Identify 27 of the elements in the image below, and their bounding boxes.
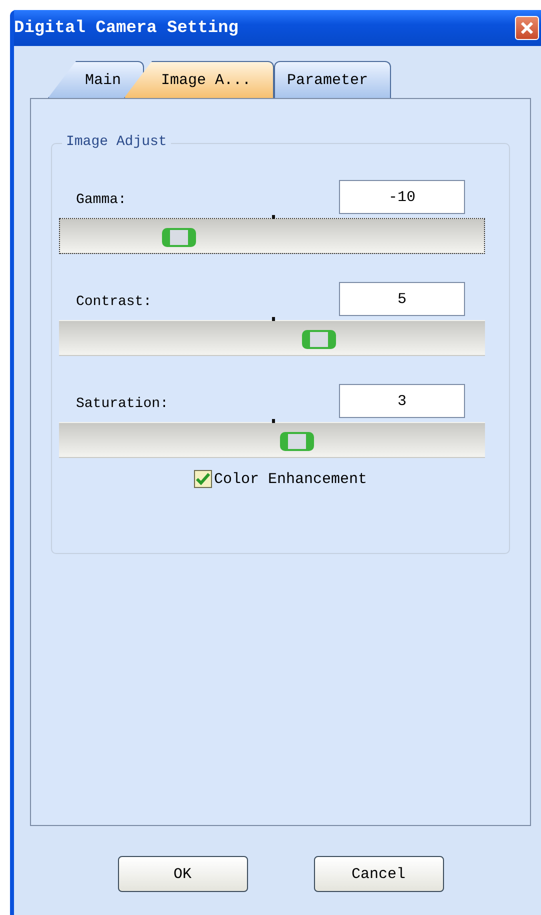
checkbox-label: Color Enhancement bbox=[214, 470, 368, 488]
slider-label: Contrast: bbox=[76, 294, 152, 312]
close-icon bbox=[520, 21, 534, 35]
close-button[interactable] bbox=[515, 16, 539, 40]
tab[interactable]: Parameter bbox=[274, 61, 392, 98]
tab[interactable]: Image A... bbox=[124, 61, 274, 98]
slider-track[interactable] bbox=[59, 320, 485, 356]
dialog-button[interactable]: Cancel bbox=[314, 856, 444, 892]
slider-track[interactable] bbox=[59, 422, 485, 458]
dialog-button[interactable]: OK bbox=[118, 856, 248, 892]
slider-thumb[interactable] bbox=[162, 228, 196, 247]
center-tick bbox=[272, 317, 275, 321]
tab[interactable]: Main bbox=[48, 61, 144, 98]
slider-thumb[interactable] bbox=[302, 330, 336, 349]
center-tick bbox=[272, 419, 275, 423]
slider-label: Gamma: bbox=[76, 192, 126, 210]
slider-label: Saturation: bbox=[76, 396, 168, 414]
check-icon bbox=[196, 473, 210, 485]
value-field[interactable]: 5 bbox=[339, 282, 465, 316]
window-title: Digital Camera Setting bbox=[14, 18, 238, 38]
slider-thumb[interactable] bbox=[280, 432, 314, 451]
center-tick bbox=[272, 215, 275, 219]
value-field[interactable]: 3 bbox=[339, 384, 465, 418]
slider-track[interactable] bbox=[59, 218, 485, 254]
value-field[interactable]: -10 bbox=[339, 180, 465, 214]
group-title: Image Adjust bbox=[62, 134, 171, 150]
checkbox[interactable] bbox=[194, 470, 212, 488]
